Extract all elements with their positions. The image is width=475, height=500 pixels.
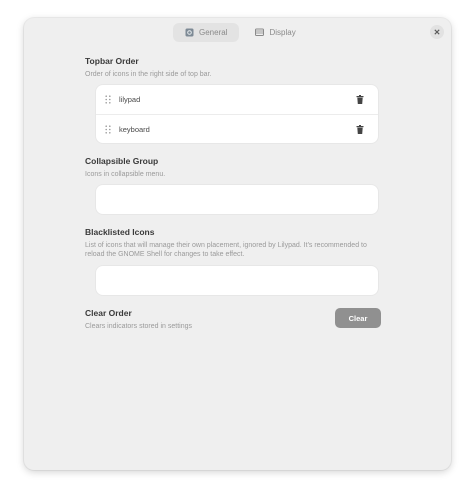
- list-item-label: lilypad: [119, 95, 141, 104]
- blacklisted-icons-group: Blacklisted Icons List of icons that wil…: [85, 227, 387, 295]
- collapsible-group-title: Collapsible Group: [85, 156, 159, 166]
- tab-display-label: Display: [269, 28, 296, 37]
- preferences-page: Topbar Order Order of icons in the right…: [85, 56, 387, 331]
- drag-handle-icon[interactable]: [105, 125, 111, 134]
- tab-display[interactable]: Display: [243, 23, 307, 42]
- view-switcher: General Display: [173, 23, 308, 42]
- settings-icon: [185, 28, 194, 37]
- close-button[interactable]: [430, 25, 444, 39]
- list-item[interactable]: lilypad: [96, 85, 378, 114]
- tab-general-label: General: [199, 28, 228, 37]
- display-icon: [255, 28, 265, 37]
- clear-order-row: Clear Order Clears indicators stored in …: [85, 308, 387, 331]
- blacklisted-icons-title: Blacklisted Icons: [85, 227, 155, 237]
- drag-handle-icon[interactable]: [105, 95, 111, 104]
- collapsible-group-group: Collapsible Group Icons in collapsible m…: [85, 156, 387, 214]
- tab-general[interactable]: General: [173, 23, 240, 42]
- collapsible-group-list[interactable]: [96, 185, 378, 214]
- topbar-order-list: lilypad keyboard: [96, 85, 378, 143]
- preferences-window: General Display Topbar Order Order of ic…: [24, 18, 451, 470]
- list-item-label: keyboard: [119, 124, 150, 134]
- trash-icon[interactable]: [356, 125, 364, 134]
- collapsible-group-subtitle: Icons in collapsible menu.: [85, 171, 166, 178]
- blacklisted-icons-list[interactable]: [96, 266, 378, 295]
- close-icon: [434, 29, 440, 35]
- topbar-order-subtitle: Order of icons in the right side of top …: [85, 71, 212, 78]
- list-item[interactable]: keyboard: [96, 114, 378, 143]
- topbar-order-group: Topbar Order Order of icons in the right…: [85, 56, 387, 143]
- topbar-order-title: Topbar Order: [85, 56, 139, 66]
- blacklisted-icons-subtitle: List of icons that will manage their own…: [85, 242, 367, 258]
- clear-button[interactable]: Clear: [335, 308, 381, 328]
- header-bar: General Display: [24, 18, 451, 46]
- trash-icon[interactable]: [356, 95, 364, 104]
